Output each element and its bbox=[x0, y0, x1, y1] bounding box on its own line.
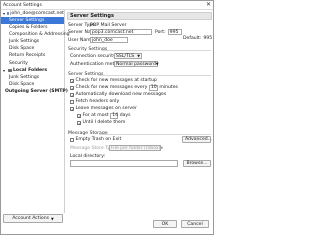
local-folders-label: Local Folders bbox=[13, 67, 48, 73]
window-title: Account Settings bbox=[3, 2, 42, 8]
check-startup-checkbox[interactable]: ✓ bbox=[70, 78, 74, 83]
server-name-label: Server Name: bbox=[68, 29, 100, 35]
tree-item-disk-space[interactable]: Disk Space bbox=[1, 45, 64, 52]
port-label: Port: bbox=[155, 29, 166, 35]
tree-item-copies-folders[interactable]: Copies & Folders bbox=[1, 24, 64, 31]
store-type-label: Message Store Type: bbox=[70, 145, 118, 151]
divider bbox=[101, 49, 211, 51]
tree-item-local-disk[interactable]: Disk Space bbox=[1, 81, 64, 88]
tree-item-server-settings[interactable]: Server Settings bbox=[1, 17, 64, 25]
until-delete-checkbox[interactable]: ✓ bbox=[77, 120, 81, 125]
chevron-down-icon: ▼ bbox=[160, 146, 164, 150]
chevron-down-icon: ▼ bbox=[155, 62, 159, 66]
for-at-most-checkbox[interactable]: ✓ bbox=[77, 113, 81, 118]
tree-item-outgoing-server[interactable]: Outgoing Server (SMTP) bbox=[1, 88, 68, 95]
divider bbox=[99, 74, 211, 76]
ok-button[interactable]: OK bbox=[153, 220, 177, 228]
check-startup-label: Check for new messages at startup bbox=[75, 78, 157, 83]
tree-item-local-junk[interactable]: Junk Settings bbox=[1, 74, 64, 81]
store-type-select: File per folder (mbox) ▼ bbox=[109, 145, 164, 151]
fetch-headers-label: Fetch headers only bbox=[75, 99, 120, 104]
tree-item-security[interactable]: Security bbox=[1, 60, 64, 67]
chevron-down-icon: ▼ bbox=[51, 216, 54, 221]
account-settings-window: Account Settings ✕ ▾ john_doe@comcast.ne… bbox=[0, 0, 214, 235]
username-input[interactable]: john_doe bbox=[90, 37, 128, 43]
collapse-icon[interactable]: ▾ bbox=[3, 10, 6, 17]
account-label: john_doe@comcast.net bbox=[10, 11, 64, 16]
chevron-down-icon: ▼ bbox=[137, 54, 140, 58]
account-tree: ▾ john_doe@comcast.net Server Settings C… bbox=[1, 10, 70, 213]
auto-download-label: Automatically download new messages bbox=[75, 92, 167, 97]
check-every-label: Check for new messages every bbox=[75, 85, 148, 91]
mail-account-icon bbox=[6, 11, 10, 16]
default-port-value: 995 bbox=[203, 35, 213, 41]
local-directory-input[interactable] bbox=[70, 160, 178, 167]
tree-item-composition[interactable]: Composition & Addressing bbox=[1, 31, 70, 38]
browse-button[interactable]: Browse... bbox=[183, 160, 211, 167]
until-delete-label: Until I delete them bbox=[82, 120, 126, 125]
page-title: Server Settings bbox=[67, 12, 212, 20]
auth-method-label: Authentication method: bbox=[70, 61, 125, 67]
leave-on-server-checkbox[interactable]: ✓ bbox=[70, 106, 74, 111]
check-every-input[interactable]: 10 bbox=[148, 85, 158, 91]
account-node[interactable]: ▾ john_doe@comcast.net bbox=[1, 10, 64, 17]
local-directory-label: Local directory: bbox=[70, 154, 106, 159]
auth-method-select[interactable]: Normal password ▼ bbox=[114, 61, 159, 67]
minutes-label: minutes bbox=[159, 85, 178, 91]
divider bbox=[99, 133, 211, 135]
days-label: days bbox=[119, 113, 131, 119]
for-at-most-input[interactable]: 14 bbox=[110, 113, 119, 119]
leave-on-server-label: Leave messages on server bbox=[75, 106, 137, 111]
outgoing-label: Outgoing Server (SMTP) bbox=[5, 88, 68, 94]
server-type-value: POP Mail Server bbox=[90, 23, 127, 28]
connection-security-label: Connection security: bbox=[70, 53, 118, 59]
empty-trash-checkbox[interactable] bbox=[70, 137, 74, 142]
connection-security-select[interactable]: SSL/TLS ▼ bbox=[114, 53, 142, 59]
tree-item-local-folders[interactable]: ▾ Local Folders bbox=[1, 67, 64, 74]
check-every-checkbox[interactable]: ✓ bbox=[70, 85, 74, 90]
fetch-headers-checkbox[interactable] bbox=[70, 99, 74, 104]
empty-trash-label: Empty Trash on Exit bbox=[75, 137, 122, 142]
tree-item-return-receipts[interactable]: Return Receipts bbox=[1, 52, 64, 59]
account-actions-label: Account Actions bbox=[12, 216, 50, 221]
cancel-button[interactable]: Cancel bbox=[181, 220, 209, 228]
default-port-label: Default: bbox=[183, 35, 202, 41]
account-actions-button[interactable]: Account Actions ▼ bbox=[3, 214, 63, 223]
server-type-label: Server Type: bbox=[68, 23, 97, 28]
title-bar: Account Settings ✕ bbox=[1, 1, 213, 10]
close-icon[interactable]: ✕ bbox=[206, 2, 211, 8]
port-input[interactable]: 995 bbox=[167, 29, 182, 35]
auto-download-checkbox[interactable]: ✓ bbox=[70, 92, 74, 97]
tree-item-junk-settings[interactable]: Junk Settings bbox=[1, 38, 64, 45]
username-label: User Name: bbox=[68, 37, 96, 43]
settings-panel: Server Settings Server Type: POP Mail Se… bbox=[67, 12, 212, 212]
for-at-most-label: For at most bbox=[82, 113, 109, 119]
advanced-button[interactable]: Advanced... bbox=[182, 135, 212, 143]
collapse-icon[interactable]: ▾ bbox=[3, 67, 7, 74]
folder-icon bbox=[8, 68, 12, 72]
server-name-input[interactable]: pop3.comcast.net bbox=[90, 29, 152, 35]
